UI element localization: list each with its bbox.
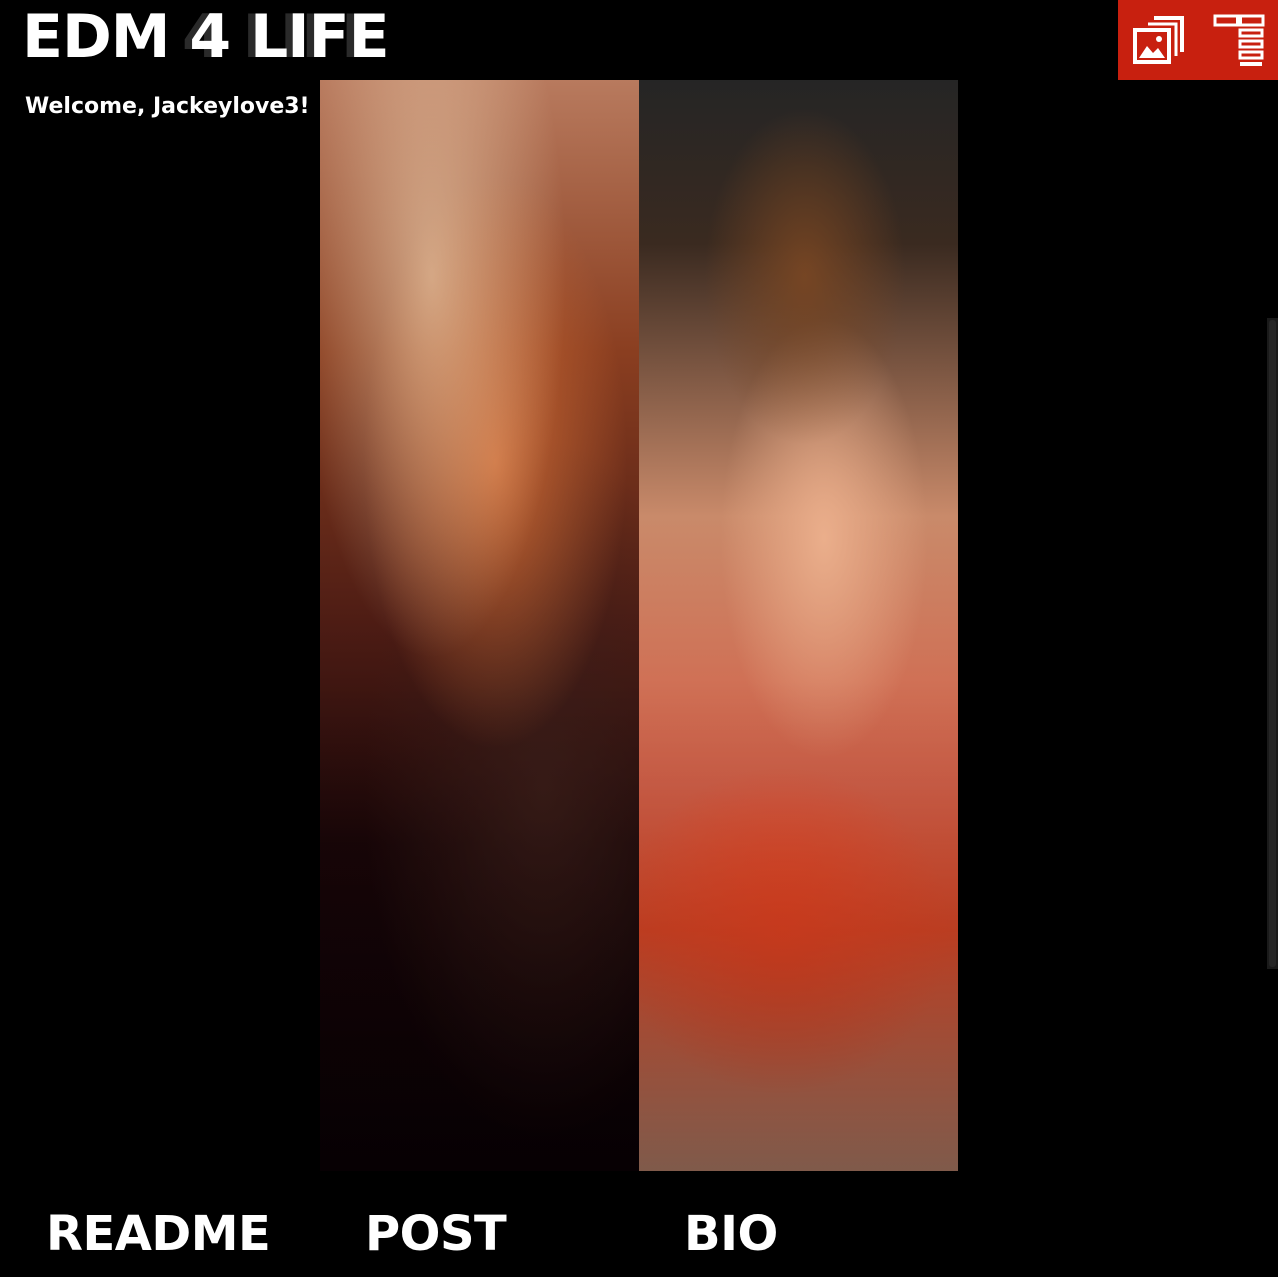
toolbar	[1118, 0, 1278, 80]
picture-icon	[1128, 12, 1188, 68]
photo-shade	[639, 680, 958, 1171]
vertical-scrollbar[interactable]	[1267, 318, 1278, 969]
site-logo[interactable]: EDM 4 LIFE	[22, 2, 390, 72]
scrollbar-thumb[interactable]	[1269, 320, 1276, 967]
list-menu-icon	[1210, 12, 1270, 68]
welcome-message: Welcome, Jackeylove3!	[25, 94, 310, 119]
artist-photo-female[interactable]	[320, 80, 639, 1171]
nav-bio[interactable]: BIO	[684, 1206, 778, 1262]
nav-post[interactable]: POST	[365, 1206, 507, 1262]
artist-photo-male[interactable]	[639, 80, 958, 1171]
photo-shade	[320, 680, 639, 1171]
nav-readme[interactable]: README	[46, 1206, 271, 1262]
picture-button[interactable]	[1128, 12, 1188, 68]
menu-button[interactable]	[1210, 12, 1270, 68]
